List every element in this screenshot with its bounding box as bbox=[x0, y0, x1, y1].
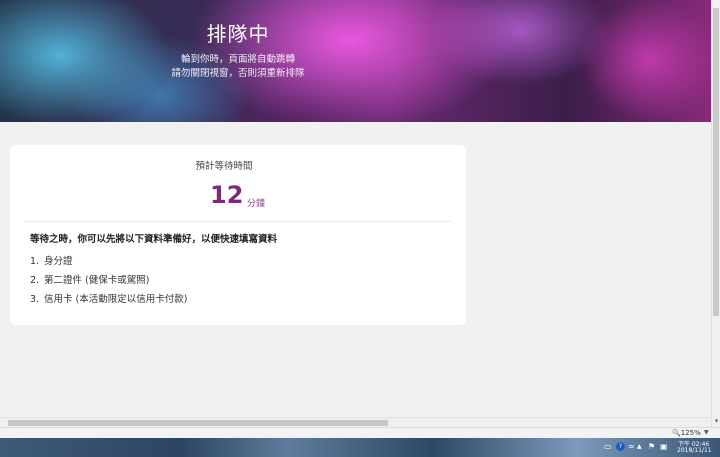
windows-taskbar: ▭ ? ≈ ▲ ⚑ ▣ 下午 02:46 2018/11/11 bbox=[0, 438, 720, 457]
show-hidden-icons-icon[interactable]: ▲ bbox=[637, 442, 642, 452]
flag-icon[interactable]: ⚑ bbox=[648, 442, 655, 452]
network-icon[interactable]: ▣ bbox=[660, 442, 668, 452]
zoom-value: 125% bbox=[680, 429, 701, 437]
banner-subtitle-line-2: 請勿關閉視窗，否則須重新排隊 bbox=[171, 68, 305, 79]
browser-status-bar: 🔍125% ▼ bbox=[0, 427, 720, 438]
list-item-text: 身分證 bbox=[44, 256, 73, 267]
queue-banner: 排隊中 輪到你時，頁面將自動跳轉 請勿關閉視窗，否則須重新排隊 bbox=[0, 0, 711, 122]
prepare-documents-notice: 等待之時，你可以先將以下資料準備好，以便快速填寫資料 bbox=[30, 234, 278, 245]
help-icon[interactable]: ? bbox=[616, 442, 625, 451]
list-item: 2. 第二證件 (健保卡或駕照) bbox=[30, 272, 149, 286]
chevron-down-icon[interactable]: ▼ bbox=[704, 428, 709, 438]
zoom-icon: 🔍 bbox=[672, 429, 681, 437]
horizontal-scrollbar-thumb[interactable] bbox=[8, 420, 388, 426]
horizontal-scrollbar[interactable] bbox=[0, 417, 711, 427]
vertical-scrollbar-thumb[interactable] bbox=[713, 8, 719, 316]
list-item-text: 第二證件 (健保卡或駕照) bbox=[44, 275, 150, 286]
list-item: 1. 身分證 bbox=[30, 253, 73, 267]
wait-minutes-unit: 分鐘 bbox=[247, 199, 266, 209]
page-title: 排隊中 bbox=[206, 22, 270, 46]
list-item-text: 信用卡 (本活動限定以信用卡付款) bbox=[44, 294, 188, 305]
estimated-wait-label: 預計等待時間 bbox=[195, 161, 253, 172]
list-item-number: 2. bbox=[30, 275, 40, 286]
vertical-scrollbar[interactable]: ▾ bbox=[711, 0, 720, 427]
browser-viewport: 排隊中 輪到你時，頁面將自動跳轉 請勿關閉視窗，否則須重新排隊 預計等待時間 1… bbox=[0, 0, 711, 417]
scroll-down-icon[interactable]: ▾ bbox=[712, 417, 720, 425]
zoom-level[interactable]: 🔍125% bbox=[672, 428, 701, 438]
list-item: 3. 信用卡 (本活動限定以信用卡付款) bbox=[30, 291, 187, 305]
wifi-icon[interactable]: ≈ bbox=[628, 442, 635, 452]
ime-icon[interactable]: ▭ bbox=[604, 442, 612, 452]
banner-subtitle-line-1: 輪到你時，頁面將自動跳轉 bbox=[180, 54, 295, 65]
list-item-number: 3. bbox=[30, 294, 40, 305]
wait-minutes-value: 12 bbox=[210, 181, 244, 209]
taskbar-clock-date[interactable]: 2018/11/11 bbox=[677, 447, 712, 454]
card-divider bbox=[24, 221, 452, 222]
list-item-number: 1. bbox=[30, 256, 40, 267]
wait-info-card: 預計等待時間 12 分鐘 等待之時，你可以先將以下資料準備好，以便快速填寫資料 … bbox=[10, 145, 466, 325]
